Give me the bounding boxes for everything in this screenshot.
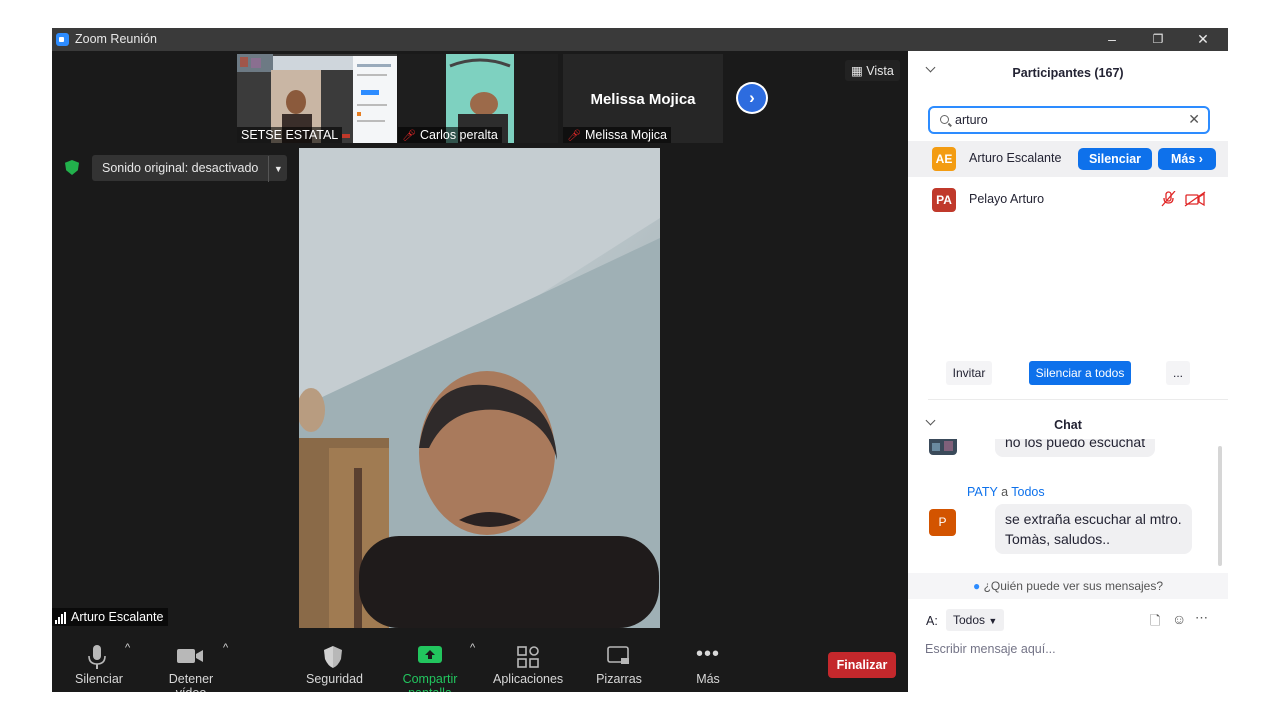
active-speaker-video <box>299 148 660 628</box>
invite-button[interactable]: Invitar <box>946 361 992 385</box>
meeting-toolbar: Silenciar ^ Detener vídeo ^ Seguridad Co… <box>52 634 908 692</box>
chat-title: Chat <box>1054 418 1082 432</box>
minimize-button[interactable]: – <box>1089 28 1135 51</box>
muted-mic-icon: 🎤︎ <box>402 130 416 142</box>
chat-composer: A: Todos ▼ 🗋 ☺ ⋯ Escribir mensaje aquí..… <box>908 606 1228 692</box>
who-can-see-link[interactable]: ● ¿Quién puede ver sus mensajes? <box>908 573 1228 599</box>
thumbnail-carlos-peralta[interactable]: 🎤︎ Carlos peralta <box>398 54 558 143</box>
zoom-logo-icon <box>56 33 69 46</box>
more-options-icon[interactable]: ⋯ <box>1195 610 1208 626</box>
title-bar: Zoom Reunión – ❐ ✕ <box>52 28 1228 51</box>
participant-row[interactable]: AE Arturo Escalante Silenciar Más › <box>908 141 1228 177</box>
file-icon[interactable]: 🗋 <box>1150 612 1160 634</box>
end-meeting-button[interactable]: Finalizar <box>828 652 896 678</box>
security-shield-icon <box>65 160 79 175</box>
avatar: AE <box>932 147 956 171</box>
security-button[interactable]: Seguridad <box>306 642 363 686</box>
chat-input[interactable]: Escribir mensaje aquí... <box>925 642 1056 656</box>
signal-strength-icon <box>55 610 67 624</box>
stop-video-button[interactable]: Detener vídeo <box>154 642 228 692</box>
zoom-window: Zoom Reunión – ❐ ✕ SETSE ESTATAL 🎤︎ Carl… <box>52 28 1228 692</box>
mute-participant-button[interactable]: Silenciar <box>1078 148 1152 170</box>
divider <box>928 399 1228 400</box>
chat-bubble: se extraña escuchar al mtro. Tomàs, salu… <box>995 504 1192 554</box>
avatar: P <box>929 509 956 536</box>
thumbnail-setse-estatal[interactable]: SETSE ESTATAL <box>237 54 397 143</box>
video-options-caret-icon[interactable]: ^ <box>223 642 228 654</box>
share-screen-icon <box>380 642 480 672</box>
share-options-caret-icon[interactable]: ^ <box>470 642 475 654</box>
more-button[interactable]: ••• Más <box>688 642 728 686</box>
participant-search: ✕ <box>928 106 1210 134</box>
restore-button[interactable]: ❐ <box>1135 28 1181 51</box>
chat-to-label: A: <box>926 614 938 628</box>
video-stage: SETSE ESTATAL 🎤︎ Carlos peralta Melissa M… <box>52 51 908 634</box>
avatar: PA <box>932 188 956 212</box>
next-page-button[interactable]: › <box>736 82 768 114</box>
chevron-down-icon: ▼ <box>988 616 998 626</box>
muted-mic-and-video-off-icon <box>1161 190 1206 207</box>
whiteboard-icon <box>594 642 644 672</box>
side-panel: Participantes (167) ✕ AE Arturo Escalant… <box>908 51 1228 692</box>
chat-bubble: no los puedo escuchat <box>995 439 1156 457</box>
audio-options-caret-icon[interactable]: ^ <box>125 642 130 654</box>
close-window-button[interactable]: ✕ <box>1180 28 1226 51</box>
chat-recipient: Todos <box>1011 485 1045 499</box>
participants-header: Participantes (167) <box>908 51 1228 93</box>
chevron-down-icon[interactable]: ▼ <box>268 156 287 182</box>
chat-sender: PATY <box>967 485 998 499</box>
chat-messages: no los puedo escuchat PATY a Todos P se … <box>908 439 1228 572</box>
participant-name: Arturo Escalante <box>969 151 1062 165</box>
thumbnail-label: 🎤︎ Carlos peralta <box>398 127 502 143</box>
active-speaker-namebar: Arturo Escalante <box>52 608 169 626</box>
video-camera-icon <box>154 642 228 672</box>
participant-status-icons <box>1161 190 1207 210</box>
avatar <box>929 439 957 455</box>
search-icon <box>940 115 949 124</box>
participant-more-button[interactable]: Más › <box>1158 148 1216 170</box>
view-button[interactable]: ▦ Vista <box>845 60 900 81</box>
apps-icon <box>493 642 563 672</box>
apps-button[interactable]: Aplicaciones <box>493 642 563 686</box>
grid-icon: ▦ <box>851 64 863 78</box>
whiteboard-button[interactable]: Pizarras <box>594 642 644 686</box>
participant-name: Pelayo Arturo <box>969 192 1045 206</box>
emoji-icon[interactable]: ☺ <box>1172 611 1186 627</box>
clear-search-icon[interactable]: ✕ <box>1188 111 1200 128</box>
microphone-icon <box>75 642 119 672</box>
chat-to-word: a <box>1001 485 1009 499</box>
participant-search-input[interactable] <box>955 112 1185 128</box>
share-screen-button[interactable]: Compartir pantalla <box>380 642 480 692</box>
chat-message-meta: PATY a Todos <box>967 485 1045 499</box>
active-speaker-name: Arturo Escalante <box>71 610 164 624</box>
speaker-video-frame <box>299 148 660 628</box>
shield-icon <box>306 642 360 672</box>
more-dots-icon: ••• <box>695 643 720 665</box>
thumbnail-strip: SETSE ESTATAL 🎤︎ Carlos peralta Melissa M… <box>52 51 908 146</box>
original-sound-toggle[interactable]: Sonido original: desactivado ▼ <box>92 155 288 182</box>
person-lock-icon: ● <box>972 579 981 593</box>
participants-more-button[interactable]: ... <box>1166 361 1190 385</box>
chevron-right-icon: › <box>738 84 766 112</box>
participants-title: Participantes (167) <box>1012 66 1124 80</box>
thumbnail-label: SETSE ESTATAL <box>237 127 343 143</box>
window-title: Zoom Reunión <box>75 32 157 46</box>
chat-recipient-dropdown[interactable]: Todos ▼ <box>946 609 1005 631</box>
mute-button[interactable]: Silenciar <box>75 642 123 686</box>
muted-mic-icon: 🎤︎ <box>567 130 581 142</box>
original-sound-label: Sonido original: desactivado <box>102 161 259 175</box>
chat-scrollbar[interactable] <box>1218 446 1222 566</box>
participant-row[interactable]: PA Pelayo Arturo <box>908 182 1228 218</box>
thumbnail-melissa-mojica[interactable]: Melissa Mojica 🎤︎ Melissa Mojica <box>563 54 723 143</box>
thumbnail-label: 🎤︎ Melissa Mojica <box>563 127 671 143</box>
mute-all-button[interactable]: Silenciar a todos <box>1029 361 1131 385</box>
thumbnail-big-name: Melissa Mojica <box>590 91 696 108</box>
